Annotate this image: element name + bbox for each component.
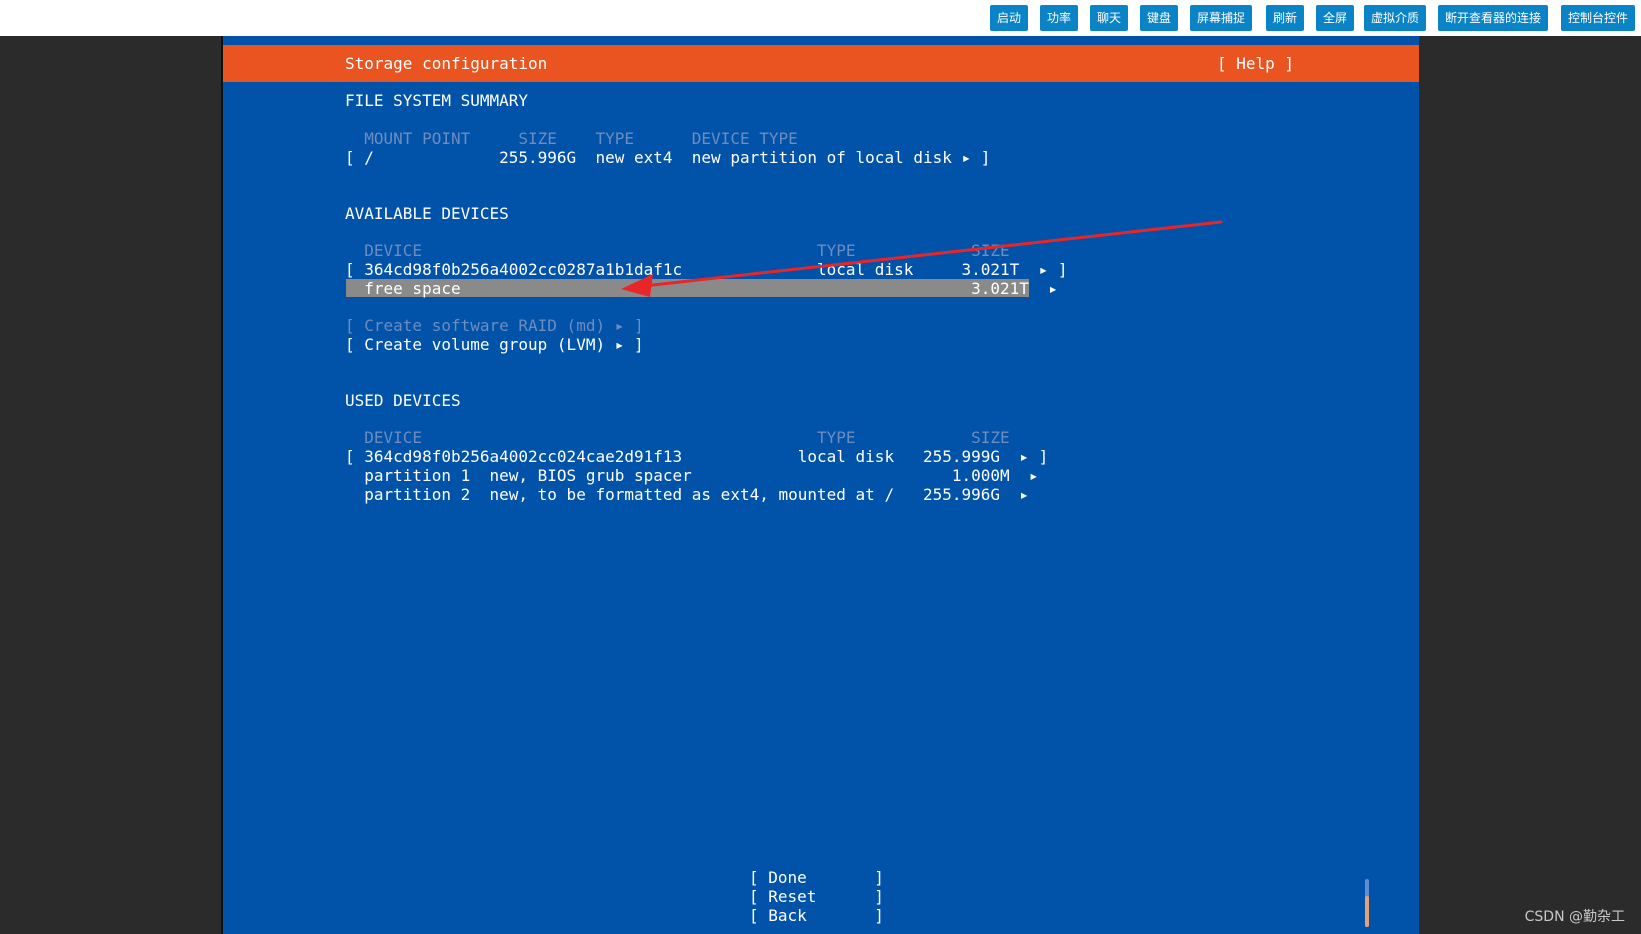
done-button[interactable]: [ Done ]	[749, 869, 884, 887]
fs-summary-heading: FILE SYSTEM SUMMARY	[345, 91, 529, 110]
used-devices-heading: USED DEVICES	[345, 391, 461, 410]
back-button[interactable]: [ Back ]	[749, 907, 884, 925]
create-lvm-button[interactable]: [ Create volume group (LVM) ▸ ]	[345, 336, 644, 354]
fullscreen-button[interactable]: 全屏	[1316, 5, 1355, 31]
help-button[interactable]: [ Help ]	[1217, 55, 1294, 73]
available-disk-row[interactable]: [ 364cd98f0b256a4002cc0287a1b1daf1c loca…	[345, 261, 1067, 279]
top-toolbar: 启动 功率 聊天 键盘 屏幕捕捉 刷新 全屏 虚拟介质 断开查看器的连接 控制台…	[0, 0, 1641, 36]
available-devices-columns: DEVICE TYPE SIZE	[345, 241, 1010, 260]
screen-capture-button[interactable]: 屏幕捕捉	[1190, 5, 1253, 31]
refresh-button[interactable]: 刷新	[1266, 5, 1305, 31]
power-button[interactable]: 功率	[1040, 5, 1079, 31]
start-button[interactable]: 启动	[990, 5, 1029, 31]
disconnect-viewer-button[interactable]: 断开查看器的连接	[1438, 5, 1549, 31]
watermark: CSDN @勤杂工	[1524, 909, 1625, 925]
available-devices-heading: AVAILABLE DEVICES	[345, 204, 509, 223]
free-space-row[interactable]: free space 3.021T ▸	[345, 280, 1058, 298]
keyboard-button[interactable]: 键盘	[1140, 5, 1179, 31]
used-disk-row[interactable]: [ 364cd98f0b256a4002cc024cae2d91f13 loca…	[345, 448, 1048, 466]
used-devices-columns: DEVICE TYPE SIZE	[345, 428, 1010, 447]
virtual-media-button[interactable]: 虚拟介质	[1364, 5, 1427, 31]
partition-2-row[interactable]: partition 2 new, to be formatted as ext4…	[345, 486, 1029, 504]
page-title: Storage configuration	[345, 54, 548, 73]
installer-screen: Storage configuration [ Help ] FILE SYST…	[223, 36, 1419, 934]
scrollbar-lower	[1365, 896, 1369, 927]
reset-button[interactable]: [ Reset ]	[749, 888, 884, 906]
fs-summary-columns: MOUNT POINT SIZE TYPE DEVICE TYPE	[345, 129, 798, 148]
partition-1-row[interactable]: partition 1 new, BIOS grub spacer 1.000M…	[345, 467, 1038, 485]
create-raid-button: [ Create software RAID (md) ▸ ]	[345, 316, 644, 335]
console-controls-button[interactable]: 控制台控件	[1561, 5, 1636, 31]
fs-summary-row[interactable]: [ / 255.996G new ext4 new partition of l…	[345, 149, 990, 167]
chat-button[interactable]: 聊天	[1090, 5, 1129, 31]
